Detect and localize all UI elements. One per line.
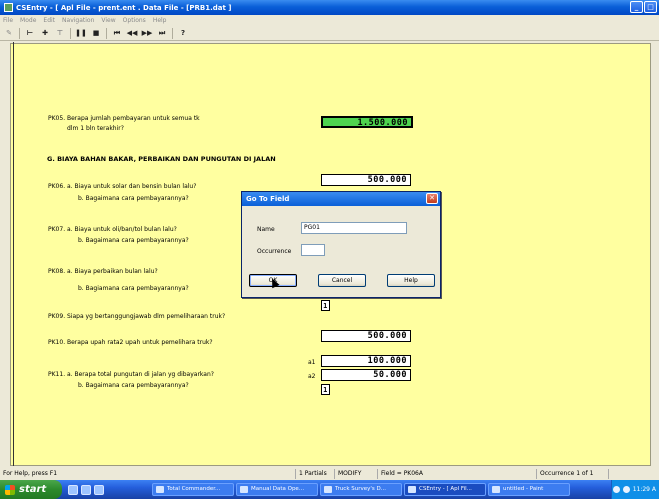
pk07a-question: PK07. a. Biaya untuk oli/ban/tol bulan l… [48,226,177,233]
status-help: For Help, press F1 [3,470,58,477]
help-button[interactable]: Help [387,274,435,287]
help-icon[interactable]: ? [178,28,188,38]
minimize-button[interactable]: _ [630,1,643,13]
toolbar-separator [19,27,20,39]
clock: 11:29 A [632,486,656,493]
taskbar: start Total Commander... Manual Data Ope… [0,480,659,499]
menu-file[interactable]: File [3,17,13,24]
dialog-close-button[interactable]: ✕ [426,193,438,204]
name-input[interactable]: PG01 [301,222,407,234]
menu-options[interactable]: Options [123,17,146,24]
status-bar: For Help, press F1 1 Partials MODIFY Fie… [0,468,659,480]
pk11-a1-label: a1 [308,359,316,366]
quick-launch [68,484,104,495]
task-total-commander[interactable]: Total Commander... [152,483,234,496]
menu-bar: File Mode Edit Navigation View Options H… [0,15,659,26]
tray-icon[interactable] [612,486,620,493]
start-button[interactable]: start [0,480,62,499]
pk06a-question: PK06. a. Biaya untuk solar dan bensin bu… [48,183,197,190]
menu-edit[interactable]: Edit [43,17,55,24]
pause-icon[interactable]: ❚❚ [75,28,87,38]
menu-help[interactable]: Help [153,17,167,24]
pk05-question-cont: dlm 1 bln terakhir? [67,125,124,132]
pk11b-question: b. Bagaimana cara pembayarannya? [78,382,189,389]
maximize-button[interactable]: □ [644,1,657,13]
status-mode: MODIFY [334,469,361,479]
pk10-question: PK10. Berapa upah rata2 upah untuk pemel… [48,339,213,346]
task-csentry[interactable]: CSEntry - [ Apl Fil... [404,483,486,496]
windows-flag-icon [5,484,15,495]
toolbar: ✎ ⊢ ✚ ⊤ ❚❚ ■ ⏮ ◀◀ ▶▶ ⏭ ? [0,26,659,41]
pk08b-question: b. Bagiamana cara pembayarannya? [78,285,189,292]
occurrence-label: Occurrence [257,248,292,255]
menu-view[interactable]: View [101,17,115,24]
window-title: CSEntry - [ Apl File - prent.ent . Data … [16,3,232,12]
section-g-heading: G. BIAYA BAHAN BAKAR, PERBAIKAN DAN PUNG… [47,155,276,163]
name-label: Name [257,226,275,233]
cancel-button[interactable]: Cancel [318,274,366,287]
toolbar-separator [106,27,107,39]
toolbar-separator [70,27,71,39]
pk11b-field[interactable]: 1 [321,384,330,395]
system-tray: 11:29 A [611,480,659,499]
task-paint[interactable]: untitled - Paint [488,483,570,496]
stop-icon[interactable]: ⊤ [55,28,65,38]
pk08a-question: PK08. a. Biaya perbaikan bulan lalu? [48,268,158,275]
pk11-a2-label: a2 [308,373,316,380]
pk05-field[interactable]: 1.500.000 [321,116,413,128]
app-icon [4,3,13,12]
quick-launch-icon[interactable] [68,484,78,495]
tree-icon[interactable]: ⊢ [25,28,35,38]
status-partials: 1 Partials [295,469,327,479]
pk07b-question: b. Bagaimana cara pembayarannya? [78,237,189,244]
pk06b-question: b. Bagaimana cara pembayarannya? [78,195,189,202]
quick-launch-icon[interactable] [81,484,91,495]
dialog-title-bar: Go To Field ✕ [242,192,440,206]
window-controls: _ □ [630,1,657,13]
next-record-icon[interactable]: ▶▶ [142,28,153,38]
pk11a-question: PK11. a. Berapa total pungutan di jalan … [48,371,214,378]
pk11-a1-field[interactable]: 100.000 [321,355,411,367]
status-blank [608,469,659,479]
pk08b-field[interactable]: 1 [321,300,330,311]
pk11-a2-field[interactable]: 50.000 [321,369,411,381]
occurrence-input[interactable] [301,244,325,256]
last-record-icon[interactable]: ⏭ [157,28,167,38]
menu-navigation[interactable]: Navigation [62,17,94,24]
toolbar-separator [172,27,173,39]
status-occurrence: Occurrence 1 of 1 [536,469,593,479]
first-record-icon[interactable]: ⏮ [112,28,122,38]
task-manual-data[interactable]: Manual Data Ope... [236,483,318,496]
add-icon[interactable]: ✎ [4,28,14,38]
form-margin-line [13,42,14,466]
dialog-title: Go To Field [246,195,290,203]
previous-record-icon[interactable]: ◀◀ [127,28,138,38]
status-field: Field = PK06A [377,469,423,479]
pk09-question: PK09. Siapa yg bertanggungjawab dlm peme… [48,313,226,320]
navigate-icon[interactable]: ✚ [40,28,50,38]
tray-icon[interactable] [622,486,630,493]
stop-square-icon[interactable]: ■ [91,28,101,38]
title-bar: CSEntry - [ Apl File - prent.ent . Data … [0,0,659,15]
start-label: start [19,484,47,495]
menu-mode[interactable]: Mode [20,17,36,24]
quick-launch-icon[interactable] [94,484,104,495]
pk06a-field[interactable]: 500.000 [321,174,411,186]
pk10-field[interactable]: 500.000 [321,330,411,342]
task-truck-survey[interactable]: Truck Survey's D... [320,483,402,496]
